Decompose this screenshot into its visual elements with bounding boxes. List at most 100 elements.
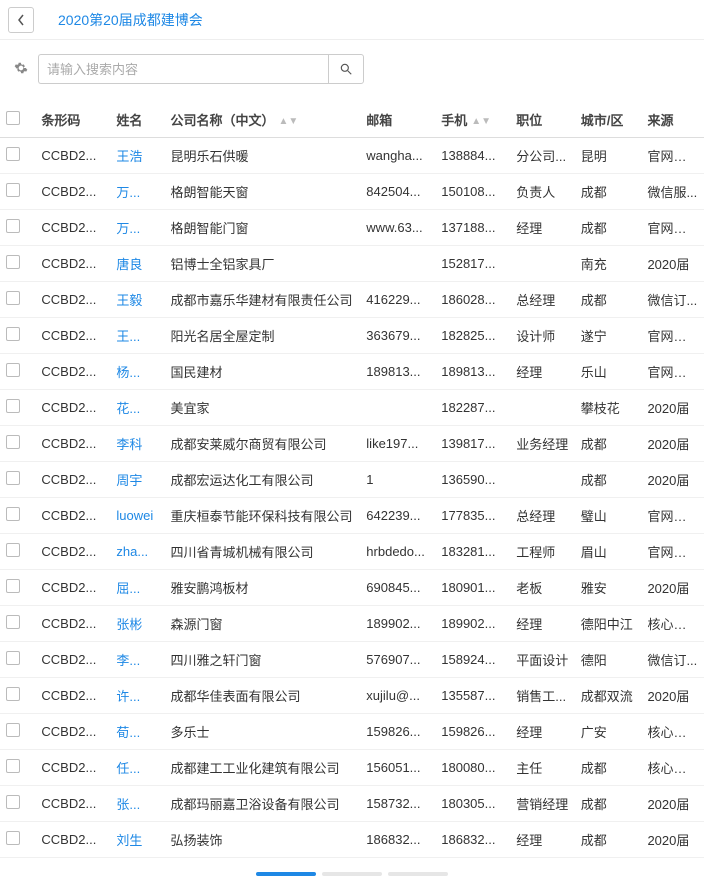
cell-city: 遂宁	[575, 318, 642, 354]
row-checkbox[interactable]	[6, 255, 20, 269]
table-row[interactable]: CCBD2...万...格朗智能门窗www.63...137188...经理成都…	[0, 210, 704, 246]
cell-company: 四川省青城机械有限公司	[165, 534, 361, 570]
row-checkbox[interactable]	[6, 831, 20, 845]
row-checkbox[interactable]	[6, 615, 20, 629]
table-row[interactable]: CCBD2...荀...多乐士159826...159826...经理广安核心买…	[0, 714, 704, 750]
search-button[interactable]	[328, 54, 364, 84]
row-checkbox[interactable]	[6, 651, 20, 665]
breadcrumb-title[interactable]: 2020第20届成都建博会	[58, 10, 203, 30]
cell-company: 雅安鹏鸿板材	[165, 570, 361, 606]
table-row[interactable]: CCBD2...王毅成都市嘉乐华建材有限责任公司416229...186028.…	[0, 282, 704, 318]
table-row[interactable]: CCBD2...万...格朗智能天窗842504...150108...负责人成…	[0, 174, 704, 210]
table-row[interactable]: CCBD2...张彬森源门窗189902...189902...经理德阳中江核心…	[0, 606, 704, 642]
cell-name-link[interactable]: 李科	[116, 437, 142, 452]
cell-phone: 152817...	[435, 246, 510, 282]
col-barcode[interactable]: 条形码	[35, 102, 110, 138]
cell-name-link[interactable]: 许...	[116, 689, 140, 704]
search-input[interactable]	[38, 54, 328, 84]
cell-city: 昆明	[575, 138, 642, 174]
table-row[interactable]: CCBD2...王...阳光名居全屋定制363679...182825...设计…	[0, 318, 704, 354]
table-row[interactable]: CCBD2...杨...国民建材189813...189813...经理乐山官网…	[0, 354, 704, 390]
cell-name-link[interactable]: 荀...	[116, 725, 140, 740]
cell-company: 铝博士全铝家具厂	[165, 246, 361, 282]
cell-name-link[interactable]: luowei	[116, 508, 153, 523]
cell-name-link[interactable]: 王浩	[116, 149, 142, 164]
cell-source: 2020届	[641, 786, 704, 822]
gear-icon[interactable]	[14, 61, 28, 78]
row-checkbox[interactable]	[6, 687, 20, 701]
cell-name-link[interactable]: 唐良	[116, 257, 142, 272]
cell-barcode: CCBD2...	[35, 714, 110, 750]
cell-name-link[interactable]: 花...	[116, 401, 140, 416]
cell-name-link[interactable]: zha...	[116, 544, 148, 559]
cell-name-link[interactable]: 刘生	[116, 833, 142, 848]
row-checkbox[interactable]	[6, 471, 20, 485]
table-row[interactable]: CCBD2...王浩昆明乐石供暖wangha...138884...分公司...…	[0, 138, 704, 174]
col-source[interactable]: 来源	[641, 102, 704, 138]
cell-position	[510, 246, 575, 282]
table-row[interactable]: CCBD2...luowei重庆桓泰节能环保科技有限公司642239...177…	[0, 498, 704, 534]
cell-barcode: CCBD2...	[35, 642, 110, 678]
row-checkbox[interactable]	[6, 219, 20, 233]
table-row[interactable]: CCBD2...任...成都建工工业化建筑有限公司156051...180080…	[0, 750, 704, 786]
table-row[interactable]: CCBD2...李...四川雅之轩门窗576907...158924...平面设…	[0, 642, 704, 678]
cell-email	[360, 390, 435, 426]
col-phone[interactable]: 手机▲▼	[435, 102, 510, 138]
cell-phone: 182287...	[435, 390, 510, 426]
cell-position: 经理	[510, 822, 575, 858]
cell-name-link[interactable]: 任...	[116, 761, 140, 776]
row-checkbox[interactable]	[6, 723, 20, 737]
cell-source: 2020届	[641, 462, 704, 498]
cell-name-link[interactable]: 张...	[116, 797, 140, 812]
row-checkbox[interactable]	[6, 399, 20, 413]
cell-email	[360, 246, 435, 282]
row-checkbox[interactable]	[6, 579, 20, 593]
table-row[interactable]: CCBD2...花...美宜家182287...攀枝花2020届	[0, 390, 704, 426]
col-name[interactable]: 姓名	[110, 102, 164, 138]
cell-email: 189902...	[360, 606, 435, 642]
cell-email: 189813...	[360, 354, 435, 390]
cell-name-link[interactable]: 万...	[116, 185, 140, 200]
cell-name-link[interactable]: 张彬	[116, 617, 142, 632]
pager-segment[interactable]	[322, 872, 382, 876]
col-city[interactable]: 城市/区	[575, 102, 642, 138]
back-button[interactable]	[8, 7, 34, 33]
table-row[interactable]: CCBD2...屈...雅安鹏鸿板材690845...180901...老板雅安…	[0, 570, 704, 606]
cell-position	[510, 462, 575, 498]
table-row[interactable]: CCBD2...李科成都安莱威尔商贸有限公司like197...139817..…	[0, 426, 704, 462]
col-position[interactable]: 职位	[510, 102, 575, 138]
row-checkbox[interactable]	[6, 435, 20, 449]
cell-name-link[interactable]: 周宇	[116, 473, 142, 488]
col-email[interactable]: 邮箱	[360, 102, 435, 138]
cell-email: 842504...	[360, 174, 435, 210]
row-checkbox[interactable]	[6, 507, 20, 521]
row-checkbox[interactable]	[6, 759, 20, 773]
pager-segment[interactable]	[256, 872, 316, 876]
table-row[interactable]: CCBD2...zha...四川省青城机械有限公司hrbdedo...18328…	[0, 534, 704, 570]
row-checkbox[interactable]	[6, 327, 20, 341]
table-row[interactable]: CCBD2...刘生弘扬装饰186832...186832...经理成都2020…	[0, 822, 704, 858]
col-company[interactable]: 公司名称（中文）▲▼	[165, 102, 361, 138]
row-checkbox[interactable]	[6, 363, 20, 377]
select-all-checkbox[interactable]	[6, 111, 20, 125]
row-checkbox[interactable]	[6, 291, 20, 305]
row-checkbox[interactable]	[6, 795, 20, 809]
cell-email: 642239...	[360, 498, 435, 534]
cell-phone: 186832...	[435, 822, 510, 858]
cell-name-link[interactable]: 王...	[116, 329, 140, 344]
cell-email: 690845...	[360, 570, 435, 606]
table-row[interactable]: CCBD2...周宇成都宏运达化工有限公司1136590...成都2020届	[0, 462, 704, 498]
row-checkbox[interactable]	[6, 183, 20, 197]
cell-name-link[interactable]: 屈...	[116, 581, 140, 596]
cell-name-link[interactable]: 王毅	[116, 293, 142, 308]
table-row[interactable]: CCBD2...许...成都华佳表面有限公司xujilu@...135587..…	[0, 678, 704, 714]
table-row[interactable]: CCBD2...唐良铝博士全铝家具厂152817...南充2020届	[0, 246, 704, 282]
table-row[interactable]: CCBD2...张...成都玛丽嘉卫浴设备有限公司158732...180305…	[0, 786, 704, 822]
row-checkbox[interactable]	[6, 147, 20, 161]
row-checkbox[interactable]	[6, 543, 20, 557]
cell-name-link[interactable]: 万...	[116, 221, 140, 236]
cell-name-link[interactable]: 李...	[116, 653, 140, 668]
pager-segment[interactable]	[388, 872, 448, 876]
cell-name-link[interactable]: 杨...	[116, 365, 140, 380]
cell-city: 眉山	[575, 534, 642, 570]
